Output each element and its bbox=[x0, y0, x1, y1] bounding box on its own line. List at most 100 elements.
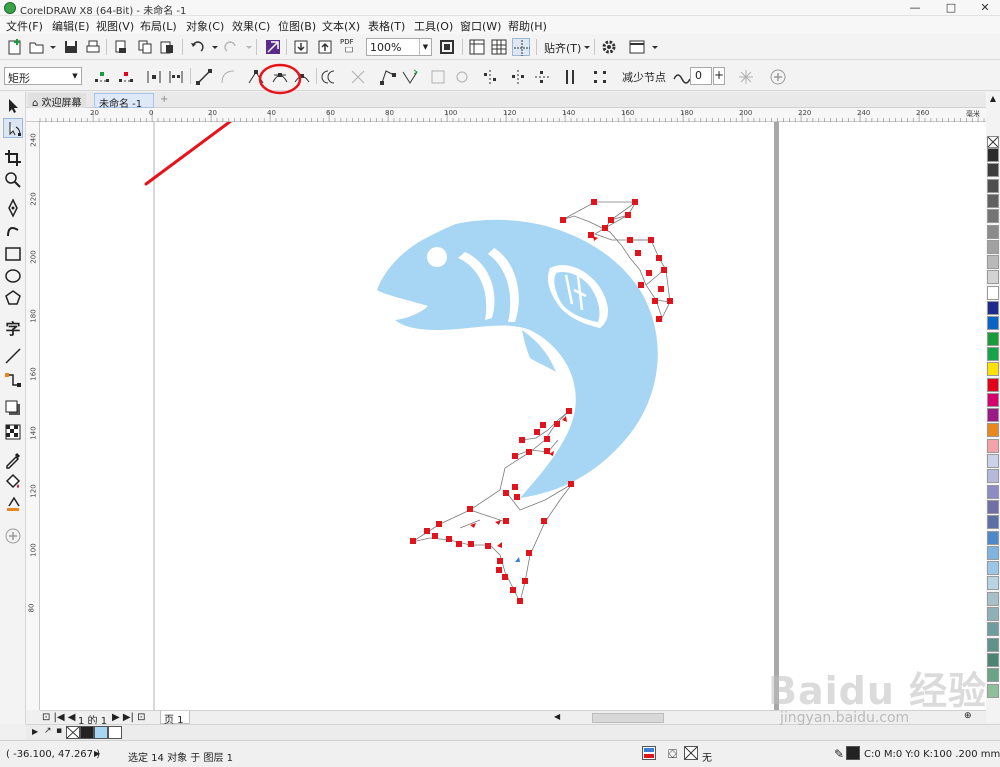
show-grid-button[interactable] bbox=[490, 38, 508, 56]
convert-to-curve-button[interactable] bbox=[218, 67, 238, 87]
palette-swatch[interactable] bbox=[987, 454, 999, 468]
ellipse-tool-icon[interactable] bbox=[3, 266, 23, 286]
outline-color-swatch[interactable] bbox=[846, 746, 860, 760]
undo-dropdown-icon[interactable] bbox=[206, 38, 218, 56]
mirror-vertical-button[interactable] bbox=[532, 67, 552, 87]
text-tool-icon[interactable]: 字 bbox=[3, 318, 23, 338]
palette-swatch[interactable] bbox=[987, 622, 999, 637]
palette-swatch[interactable] bbox=[987, 239, 999, 254]
elastic-mode-button[interactable] bbox=[560, 67, 580, 87]
launch-dropdown-icon[interactable] bbox=[646, 38, 658, 56]
new-document-button[interactable] bbox=[6, 38, 24, 56]
snap-dropdown-icon[interactable] bbox=[578, 38, 590, 56]
rectangle-tool-icon[interactable] bbox=[3, 244, 23, 264]
launch-app-button[interactable] bbox=[628, 38, 646, 56]
options-gear-icon[interactable] bbox=[600, 38, 618, 56]
palette-swatch[interactable] bbox=[987, 637, 999, 652]
menu-tools[interactable]: 工具(O) bbox=[414, 18, 453, 34]
palette-swatch[interactable] bbox=[987, 148, 999, 162]
vertical-ruler[interactable]: 240 220 200 180 160 140 120 100 80 bbox=[26, 122, 40, 710]
palette-swatch[interactable] bbox=[987, 545, 999, 560]
pick-tool-icon[interactable] bbox=[3, 96, 23, 116]
join-nodes-button[interactable] bbox=[144, 67, 164, 87]
palette-swatch[interactable] bbox=[987, 561, 999, 576]
palette-swatch[interactable] bbox=[987, 209, 999, 224]
scrollbar-thumb[interactable] bbox=[592, 713, 664, 723]
add-property-button[interactable] bbox=[768, 67, 788, 87]
palette-swatch[interactable] bbox=[987, 499, 999, 514]
menu-effects[interactable]: 效果(C) bbox=[232, 18, 270, 34]
menu-table[interactable]: 表格(T) bbox=[368, 18, 405, 34]
import-button[interactable] bbox=[292, 38, 310, 56]
color-eyedropper-tool-icon[interactable] bbox=[3, 450, 23, 470]
cut-button[interactable] bbox=[112, 38, 130, 56]
menu-view[interactable]: 视图(V) bbox=[96, 18, 134, 34]
palette-swatch[interactable] bbox=[987, 652, 999, 667]
curve-smoothness-input[interactable]: 0 bbox=[690, 67, 712, 85]
palette-scroll-up-icon[interactable]: ▲ bbox=[986, 94, 1000, 104]
horizontal-ruler[interactable]: 20 0 20 40 60 80 100 120 140 160 180 200 220 240 260 毫米 bbox=[26, 108, 986, 122]
extract-subpath-button[interactable] bbox=[378, 67, 398, 87]
drawing-canvas[interactable] bbox=[40, 122, 986, 710]
zoom-level-select[interactable]: 100% ▼ bbox=[366, 38, 432, 56]
redo-dropdown-icon[interactable] bbox=[240, 38, 252, 56]
break-curve-button[interactable] bbox=[166, 67, 186, 87]
first-page-button[interactable]: ⊡ |◀ ◀ bbox=[42, 712, 76, 723]
doc-swatch-none[interactable] bbox=[66, 726, 80, 739]
reduce-nodes-button[interactable]: 减少节点 bbox=[622, 69, 666, 85]
page-tab[interactable]: 页 1 bbox=[160, 711, 190, 726]
document-info-icon[interactable] bbox=[642, 746, 656, 760]
select-all-nodes-button[interactable] bbox=[590, 67, 610, 87]
maximize-button[interactable]: □ bbox=[938, 0, 964, 16]
palette-swatch[interactable] bbox=[987, 362, 999, 377]
palette-swatch[interactable] bbox=[987, 576, 999, 591]
show-guidelines-button[interactable] bbox=[512, 38, 530, 56]
print-button[interactable] bbox=[84, 38, 102, 56]
publish-pdf-button[interactable]: PDF bbox=[340, 38, 358, 56]
doc-swatch-black[interactable] bbox=[80, 726, 94, 739]
zoom-icon[interactable]: ⊕ bbox=[964, 711, 972, 721]
shape-tool-icon[interactable] bbox=[3, 118, 23, 138]
drop-shadow-tool-icon[interactable] bbox=[3, 398, 23, 418]
palette-swatch[interactable] bbox=[987, 316, 999, 331]
export-button[interactable] bbox=[316, 38, 334, 56]
connector-tool-icon[interactable] bbox=[3, 370, 23, 390]
smart-fill-tool-icon[interactable] bbox=[3, 494, 23, 514]
menu-file[interactable]: 文件(F) bbox=[6, 18, 43, 34]
palette-swatch[interactable] bbox=[987, 392, 999, 407]
undo-button[interactable] bbox=[188, 38, 206, 56]
palette-swatch[interactable] bbox=[987, 408, 999, 423]
transparency-tool-icon[interactable] bbox=[3, 422, 23, 442]
palette-swatch[interactable] bbox=[987, 285, 999, 300]
artistic-media-tool-icon[interactable] bbox=[3, 220, 23, 240]
parallel-dimension-tool-icon[interactable] bbox=[3, 346, 23, 366]
palette-swatch[interactable] bbox=[987, 255, 999, 270]
delete-nodes-button[interactable] bbox=[116, 67, 136, 87]
palette-swatch[interactable] bbox=[987, 331, 999, 346]
menu-layout[interactable]: 布局(L) bbox=[140, 18, 177, 34]
palette-swatch[interactable] bbox=[987, 683, 999, 698]
palette-menu-icon[interactable]: ▪ bbox=[56, 726, 62, 736]
freehand-tool-icon[interactable] bbox=[3, 198, 23, 218]
menu-edit[interactable]: 编辑(E) bbox=[52, 18, 90, 34]
shape-type-select[interactable]: 矩形 ▼ bbox=[4, 67, 82, 85]
palette-swatch[interactable] bbox=[987, 668, 999, 683]
search-content-button[interactable] bbox=[264, 38, 282, 56]
minimize-button[interactable]: — bbox=[902, 0, 928, 16]
palette-swatch[interactable] bbox=[987, 423, 999, 438]
close-curve-button[interactable] bbox=[400, 67, 420, 87]
snap-to-menu[interactable]: 贴齐(T) bbox=[544, 40, 581, 56]
tab-welcome-screen[interactable]: ⌂ 欢迎屏幕 bbox=[28, 93, 86, 109]
extend-curve-button[interactable] bbox=[348, 67, 368, 87]
redo-button[interactable] bbox=[222, 38, 240, 56]
reverse-direction-button[interactable] bbox=[320, 67, 340, 87]
convert-to-line-button[interactable] bbox=[194, 67, 214, 87]
zoom-tool-icon[interactable] bbox=[3, 170, 23, 190]
doc-swatch-white[interactable] bbox=[108, 726, 122, 739]
show-bounding-box-button[interactable] bbox=[736, 67, 756, 87]
palette-swatch[interactable] bbox=[987, 530, 999, 545]
show-rulers-button[interactable] bbox=[468, 38, 486, 56]
fill-none-swatch[interactable] bbox=[684, 746, 698, 760]
palette-swatch[interactable] bbox=[987, 301, 999, 315]
add-tool-icon[interactable] bbox=[3, 526, 23, 546]
